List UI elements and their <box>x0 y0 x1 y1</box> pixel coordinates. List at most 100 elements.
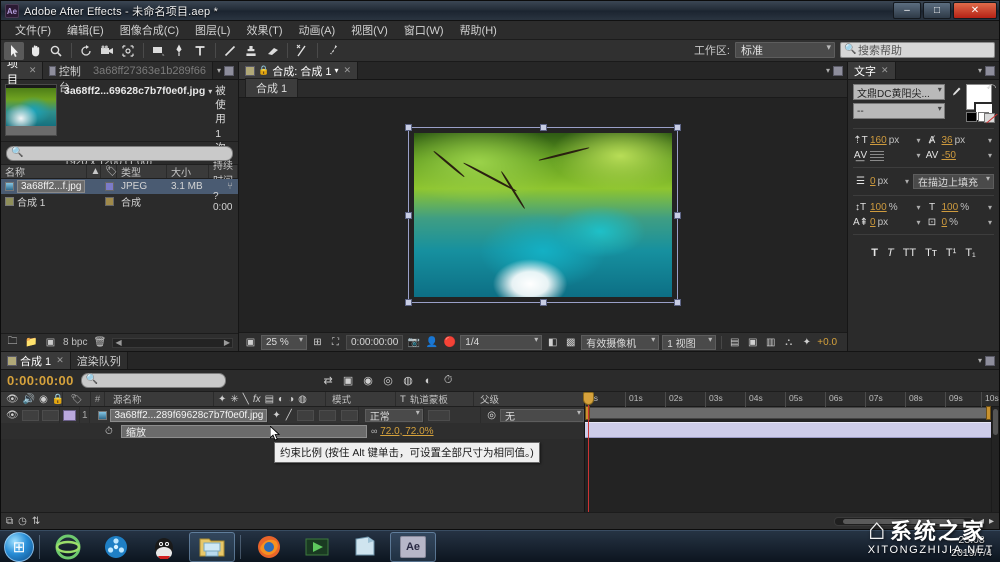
project-list-item[interactable]: 3a68ff2...f.jpg JPEG 3.1 MB ⑂ <box>1 179 238 194</box>
chevron-down-icon[interactable]: ▾ <box>916 136 922 145</box>
baseline-shift-field[interactable]: A⇞ 0 px ▾ <box>853 217 923 228</box>
menu-view[interactable]: 视图(V) <box>343 21 396 39</box>
close-icon[interactable]: ✕ <box>29 65 37 76</box>
zoom-in-icon[interactable]: ▸ <box>989 516 994 527</box>
frame-blend-icon[interactable]: ▤ <box>265 394 274 405</box>
fast-previews-icon[interactable]: ▣ <box>745 335 760 350</box>
fill-stroke-order-select[interactable]: 在描边上填充 <box>913 174 994 189</box>
brainstorm-icon[interactable]: ◐ <box>421 373 436 388</box>
black-swatch[interactable] <box>966 112 977 122</box>
anchor-point-tool-icon[interactable] <box>118 42 138 60</box>
layer-switch-box-2[interactable] <box>319 410 336 421</box>
character-panel-menu-button[interactable]: ▾ <box>974 62 999 79</box>
source-name-header[interactable]: 源名称 <box>105 392 214 406</box>
column-type[interactable]: 类型 <box>117 165 167 178</box>
resize-handle-tr[interactable] <box>674 124 681 131</box>
layer-switch-box-3[interactable] <box>341 410 358 421</box>
layer-name[interactable]: 3a68ff2...289f69628c7b7f0e0f.jpg <box>110 409 267 422</box>
pixel-aspect-correction-icon[interactable]: ▤ <box>727 335 742 350</box>
frame-blending-icon[interactable]: ◎ <box>381 373 396 388</box>
no-color-swatch[interactable] <box>984 113 995 123</box>
leading-field[interactable]: Ⱥ 36 px ▾ <box>925 135 995 146</box>
close-button[interactable]: ✕ <box>953 2 997 19</box>
project-horizontal-scrollbar[interactable]: ◀ ▶ <box>112 338 233 348</box>
timeline-toggle-icon[interactable]: ▥ <box>763 335 778 350</box>
chevron-down-icon[interactable]: ▾ <box>905 177 911 186</box>
show-snapshot-icon[interactable]: 👤 <box>424 335 439 350</box>
layer-solo-toggle[interactable] <box>42 410 59 421</box>
motion-blur-icon[interactable]: ◉ <box>361 373 376 388</box>
menu-composition[interactable]: 图像合成(C) <box>112 21 187 39</box>
track-matte-label[interactable]: 轨道蒙板 <box>410 392 448 406</box>
timeline-layer-row[interactable]: 👁 1 3a68ff2...289f69628c7b7f0e0f.jpg ✦ ╱ <box>1 407 584 423</box>
rotation-tool-icon[interactable] <box>76 42 96 60</box>
zoom-out-icon[interactable]: ◂ <box>979 516 984 527</box>
chevron-down-icon[interactable]: ▾ <box>988 218 994 227</box>
collapse-transform-icon[interactable]: ✳ <box>230 394 238 405</box>
work-area-bar[interactable] <box>585 407 991 419</box>
selection-tool-icon[interactable] <box>4 42 24 60</box>
camera-select[interactable]: 有效摄像机 <box>581 335 659 350</box>
layer-audio-toggle[interactable] <box>22 410 39 421</box>
bold-button[interactable]: T <box>871 247 878 259</box>
close-icon[interactable]: ✕ <box>56 355 64 366</box>
timeline-horizontal-scrollbar[interactable] <box>834 517 974 526</box>
toggle-switches-modes-icon[interactable]: ⧉ <box>6 516 13 527</box>
chevron-down-icon[interactable]: ▾ <box>916 218 922 227</box>
pen-tool-icon[interactable] <box>169 42 189 60</box>
chevron-down-icon[interactable]: ▾ <box>916 151 922 160</box>
italic-button[interactable]: T <box>887 247 894 259</box>
menu-effect[interactable]: 效果(T) <box>238 21 290 39</box>
scrollbar-knob[interactable] <box>993 409 998 435</box>
delete-icon[interactable]: 🗑 <box>93 337 106 349</box>
comp-flowchart-icon[interactable]: ⛬ <box>781 335 796 350</box>
composition-canvas[interactable] <box>239 98 847 332</box>
workspace-select[interactable]: 标准 <box>735 42 835 58</box>
all-caps-button[interactable]: TT <box>903 247 916 259</box>
tab-render-queue[interactable]: 渲染队列 <box>71 352 128 369</box>
new-composition-icon[interactable]: ▣ <box>44 337 57 349</box>
taskbar-firefox-icon[interactable] <box>246 532 292 562</box>
tsume-value[interactable]: 0 <box>942 217 948 228</box>
always-preview-icon[interactable]: ▣ <box>243 335 258 350</box>
label-swatch[interactable] <box>105 182 114 191</box>
taskbar-after-effects-icon[interactable]: Ae <box>390 532 436 562</box>
stroke-width-value[interactable]: 0 <box>870 176 876 187</box>
taskbar-file-explorer-icon[interactable] <box>189 532 235 562</box>
puppet-pin-tool-icon[interactable] <box>322 42 342 60</box>
superscript-button[interactable]: T¹ <box>946 247 956 259</box>
chevron-down-icon[interactable]: ▾ <box>988 203 994 212</box>
timeline-vertical-scrollbar[interactable] <box>991 407 999 512</box>
layer-blend-mode-select[interactable]: 正常 <box>365 409 423 422</box>
layer-label-color[interactable] <box>63 410 76 421</box>
tab-character[interactable]: 文字 ✕ <box>848 62 896 79</box>
property-value[interactable]: 72.0, 72.0% <box>380 426 433 437</box>
scrollbar-knob[interactable] <box>843 519 965 524</box>
resize-handle-ml[interactable] <box>405 212 412 219</box>
composition-panel-menu-button[interactable]: ▾ <box>822 62 847 79</box>
subtab-composition-1[interactable]: 合成 1 <box>245 78 298 97</box>
layer-parent-select[interactable]: 无 <box>500 409 584 422</box>
resize-handle-bl[interactable] <box>405 299 412 306</box>
taskbar-browser-icon[interactable] <box>45 532 91 562</box>
transparency-grid-icon[interactable]: ▩ <box>563 335 578 350</box>
time-ruler[interactable]: 0s 01s 02s 03s 04s 05s 06s 07s 08s 09s 1… <box>585 392 999 407</box>
font-style-select[interactable]: -- <box>853 103 945 119</box>
effects-icon[interactable]: fx <box>253 394 261 405</box>
font-size-field[interactable]: ⇡T 160 px ▾ <box>853 135 923 146</box>
timeline-panel-menu-button[interactable]: ▾ <box>974 352 999 369</box>
resize-handle-mr[interactable] <box>674 212 681 219</box>
timeline-options-icon[interactable]: ⇅ <box>32 516 40 527</box>
tab-effect-controls[interactable]: 特效控制台 3a68ff27363e1b289f66 <box>43 62 213 79</box>
layer-switch-box-1[interactable] <box>297 410 314 421</box>
kerning-field[interactable]: A͟V ▾ <box>853 150 923 161</box>
fill-stroke-color-control[interactable]: ⤺ <box>966 84 994 122</box>
timeline-property-row[interactable]: ⏱ 缩放 ∞ 72.0, 72.0% <box>1 423 584 439</box>
region-toggle-icon[interactable]: ◧ <box>545 335 560 350</box>
viewer-timecode[interactable]: 0:00:00:00 <box>346 335 403 350</box>
system-clock[interactable]: 23:08 2019/7/4 <box>951 534 992 560</box>
grid-guides-icon[interactable]: ⊞ <box>310 335 325 350</box>
menu-edit[interactable]: 编辑(E) <box>59 21 112 39</box>
resize-handle-tc[interactable] <box>540 124 547 131</box>
menu-animation[interactable]: 动画(A) <box>291 21 344 39</box>
